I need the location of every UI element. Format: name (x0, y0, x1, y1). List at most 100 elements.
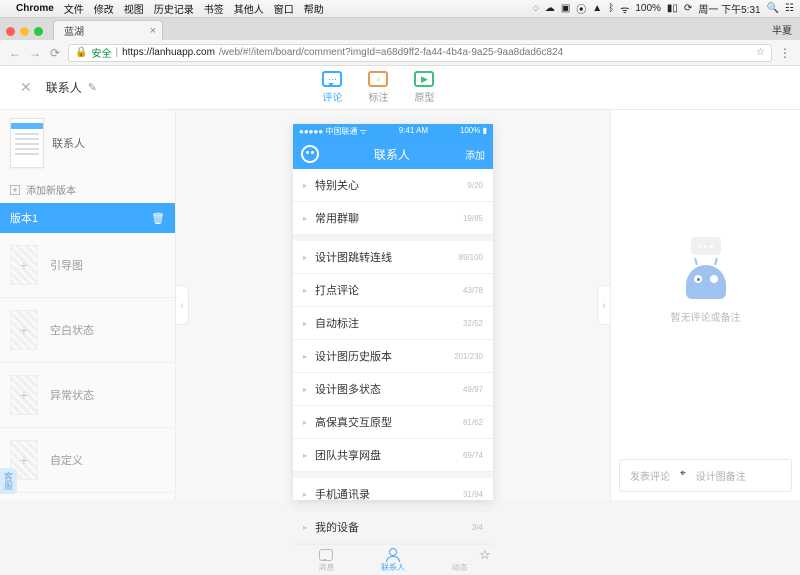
forward-icon: → (28, 46, 42, 60)
tabbar-feed[interactable]: ☆ 动态 (426, 545, 493, 575)
mac-menu-history[interactable]: 历史记录 (154, 1, 194, 16)
minimize-window-icon[interactable] (20, 27, 29, 36)
cell-count: 43/78 (463, 286, 483, 295)
status-icon[interactable]: ☷ (785, 3, 794, 14)
contact-cell[interactable]: ▸ 打点评论43/78 (293, 274, 493, 307)
status-icon: ▲ (592, 3, 602, 14)
mac-menu-bookmarks[interactable]: 书签 (204, 1, 224, 16)
chrome-menu-icon[interactable]: ⋮ (778, 46, 792, 60)
empty-state: 暂无评论或备注 (611, 110, 800, 451)
mac-menu-window[interactable]: 窗口 (274, 1, 294, 16)
contact-cell[interactable]: ▸高保真交互原型81/62 (293, 406, 493, 439)
mac-menu-view[interactable]: 视图 (124, 1, 144, 16)
chevron-right-icon: ▸ (303, 523, 307, 532)
chevron-right-icon: ▸ (303, 181, 307, 190)
tab-comment[interactable]: ⋯ 评论 (322, 71, 342, 104)
status-icon: ⦿ (576, 1, 586, 16)
comment-input[interactable]: 发表评论 ⌖ 设计图备注 (619, 459, 792, 492)
nav-title: 联系人 (374, 146, 410, 163)
sidebar-state-item[interactable]: +异常状态 (0, 363, 175, 428)
compose-note-label: 设计图备注 (696, 468, 746, 483)
cell-count: 19/85 (463, 214, 483, 223)
workspace: 联系人 + 添加新版本 版本1 🗑 +引导图+空白状态+异常状态+自定义 客服 … (0, 110, 800, 500)
compose-comment-label: 发表评论 (630, 468, 670, 483)
status-battery: 100% ▮ (460, 126, 487, 137)
contact-cell[interactable]: ▸团队共享网盘69/74 (293, 439, 493, 472)
page-title: 联系人 (46, 79, 82, 96)
address-bar[interactable]: 🔒 安全 | https://lanhuapp.com/web/#!/item/… (68, 44, 772, 62)
cell-label: 打点评论 (315, 282, 463, 298)
maximize-window-icon[interactable] (34, 27, 43, 36)
url-path: /web/#!/item/board/comment?imgId=a68d9ff… (219, 47, 563, 58)
sidebar-state-item[interactable]: +引导图 (0, 233, 175, 298)
canvas[interactable]: ‹ › ●●●●● 中国联通 ᯤ 9:41 AM 100% ▮ 联系人 添加 ▸… (176, 110, 610, 500)
sidebar-item-label: 自定义 (50, 452, 83, 468)
status-icon: ☁ (545, 3, 555, 14)
sidebar-state-item[interactable]: +空白状态 (0, 298, 175, 363)
cell-label: 设计图多状态 (315, 381, 463, 397)
mac-menu-edit[interactable]: 修改 (94, 1, 114, 16)
contact-cell[interactable]: ▸设计图历史版本201/230 (293, 340, 493, 373)
tab-annotate[interactable]: ▫ 标注 (368, 71, 388, 104)
avatar-icon[interactable] (301, 145, 319, 163)
thumbnail-label: 联系人 (52, 135, 85, 151)
chevron-right-icon: ▸ (303, 319, 307, 328)
version-item-active[interactable]: 版本1 🗑 (0, 203, 175, 233)
close-window-icon[interactable] (6, 27, 15, 36)
contact-cell[interactable]: ▸设计图多状态49/97 (293, 373, 493, 406)
contact-cell[interactable]: ▸手机通讯录31/94 (293, 472, 493, 511)
chevron-right-icon: ▸ (303, 385, 307, 394)
browser-tab[interactable]: 蓝湖 × (53, 20, 163, 40)
chrome-tabstrip: 蓝湖 × 半夏 (0, 18, 800, 40)
contact-cell[interactable]: ▸ 特别关心9/20 (293, 169, 493, 202)
trash-icon[interactable]: 🗑 (151, 212, 165, 225)
mac-menu-file[interactable]: 文件 (64, 1, 84, 16)
contact-cell[interactable]: ▸设计图跳转连线89/100 (293, 235, 493, 274)
tabbar-contacts[interactable]: 联系人 (360, 545, 427, 575)
tabbar-messages[interactable]: 消息 (293, 545, 360, 575)
sidebar: 联系人 + 添加新版本 版本1 🗑 +引导图+空白状态+异常状态+自定义 客服 (0, 110, 176, 500)
person-icon (386, 549, 400, 561)
window-controls[interactable] (6, 27, 43, 40)
chrome-profile[interactable]: 半夏 (772, 22, 792, 40)
reload-icon[interactable]: ⟳ (48, 46, 62, 60)
nav-add-button[interactable]: 添加 (465, 147, 485, 162)
cell-count: 31/94 (463, 490, 483, 499)
tab-prototype[interactable]: ▶ 原型 (414, 71, 434, 104)
cell-count: 89/100 (459, 253, 483, 262)
close-icon[interactable]: ✕ (20, 79, 32, 96)
version-label: 版本1 (10, 210, 38, 226)
cell-count: 3/4 (472, 523, 483, 532)
cell-label: 设计图历史版本 (315, 348, 454, 364)
edit-icon[interactable]: ✎ (88, 81, 97, 94)
screen-thumbnail[interactable] (10, 118, 44, 168)
cell-label: 特别关心 (315, 177, 467, 193)
sidebar-state-item[interactable]: +自定义 (0, 428, 175, 493)
prototype-icon: ▶ (414, 71, 434, 87)
cell-count: 9/20 (467, 181, 483, 190)
speech-bubble-icon (691, 237, 721, 255)
search-icon[interactable]: 🔍 (767, 3, 779, 14)
contact-cell[interactable]: ▸常用群聊19/85 (293, 202, 493, 235)
mac-app-name[interactable]: Chrome (16, 3, 54, 14)
status-icon: ◌ (533, 3, 539, 14)
back-icon[interactable]: ← (8, 46, 22, 60)
cell-count: 201/230 (454, 352, 483, 361)
mac-menu-help[interactable]: 帮助 (304, 1, 324, 16)
side-tag[interactable]: 客服 (0, 468, 17, 494)
cell-label: 设计图跳转连线 (315, 249, 459, 265)
mac-menu-people[interactable]: 其他人 (234, 1, 264, 16)
contact-cell[interactable]: ▸我的设备3/4 (293, 511, 493, 544)
bookmark-star-icon[interactable]: ☆ (756, 47, 765, 58)
add-version-button[interactable]: + 添加新版本 (0, 176, 175, 203)
clock[interactable]: 周一 下午5:31 (698, 1, 760, 16)
cell-count: 81/62 (463, 418, 483, 427)
collapse-right-icon[interactable]: › (597, 285, 611, 325)
contact-cell[interactable]: ▸自动标注32/52 (293, 307, 493, 340)
tabbar-label: 动态 (452, 562, 468, 573)
close-tab-icon[interactable]: × (150, 25, 156, 37)
cell-label: 自动标注 (315, 315, 463, 331)
collapse-left-icon[interactable]: ‹ (175, 285, 189, 325)
chevron-right-icon: ▸ (303, 286, 307, 295)
tab-label: 评论 (322, 89, 342, 104)
